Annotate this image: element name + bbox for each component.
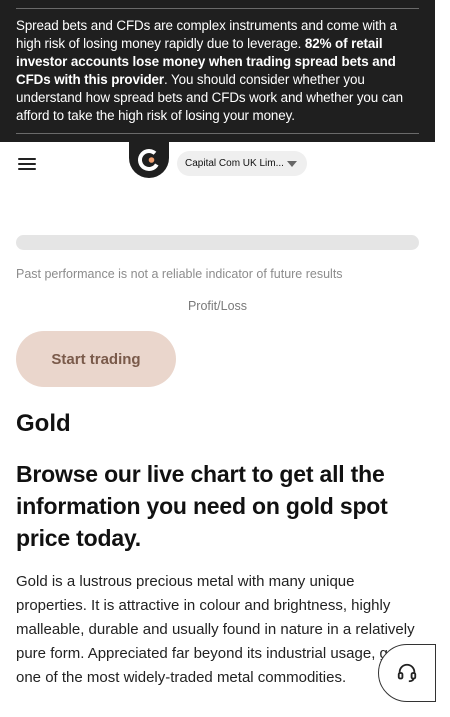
- start-trading-button[interactable]: Start trading: [16, 331, 176, 387]
- asset-description: Gold is a lustrous precious metal with m…: [16, 573, 423, 686]
- support-chat-button[interactable]: [378, 644, 436, 702]
- entity-selector-value: Capital Com UK Lim...: [185, 158, 284, 169]
- banner-bottom-divider: [16, 133, 419, 134]
- asset-title: Gold: [16, 410, 71, 437]
- entity-selector[interactable]: Capital Com UK Lim...: [177, 151, 307, 176]
- risk-warning-banner: Spread bets and CFDs are complex instrum…: [0, 0, 435, 142]
- page-headline: Browse our live chart to get all the inf…: [16, 461, 388, 551]
- chart-loading-bar: [16, 235, 419, 250]
- profit-loss-label: Profit/Loss: [187, 299, 248, 313]
- caret-down-icon: [287, 161, 297, 167]
- past-performance-disclaimer: Past performance is not a reliable indic…: [16, 267, 343, 281]
- risk-warning-text: Spread bets and CFDs are complex instrum…: [16, 17, 420, 125]
- headset-icon: [397, 663, 417, 683]
- logo-mark-icon: [138, 149, 160, 171]
- hamburger-menu-icon[interactable]: [16, 156, 40, 174]
- banner-top-divider: [16, 8, 419, 9]
